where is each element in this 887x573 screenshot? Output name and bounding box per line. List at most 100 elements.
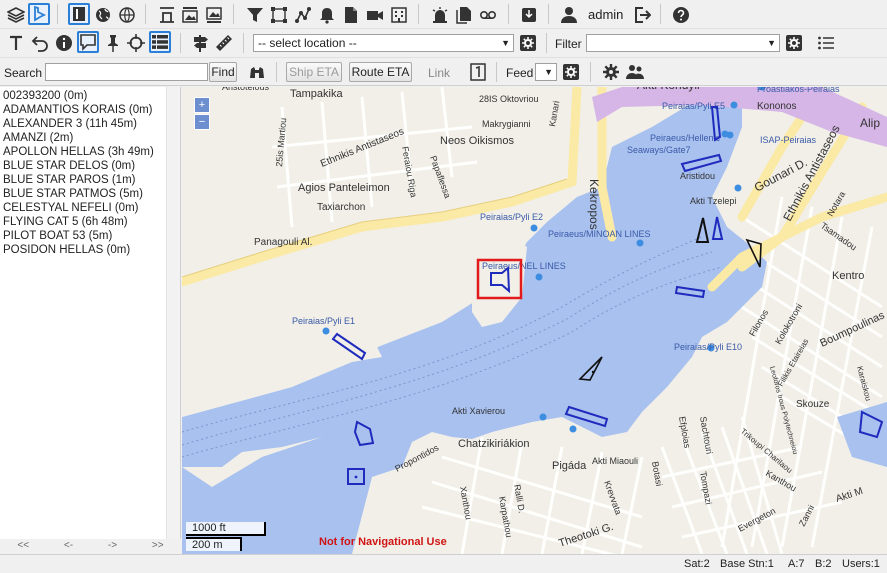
last-page-button[interactable]: >> xyxy=(152,540,164,554)
help-icon[interactable] xyxy=(670,4,692,26)
map-label-neos-oikismos: Neos Oikismos xyxy=(440,135,514,147)
globe-alt-icon[interactable] xyxy=(116,4,138,26)
document-icon[interactable] xyxy=(340,4,362,26)
zoom-in-button[interactable]: + xyxy=(194,97,210,113)
vessel-list-item[interactable]: BLUE STAR DELOS (0m) xyxy=(3,159,180,173)
alarm-light-icon[interactable] xyxy=(429,4,451,26)
chevron-down-icon: ▼ xyxy=(501,38,510,48)
link-label: Link xyxy=(428,66,451,80)
next-page-button[interactable]: -> xyxy=(108,540,117,554)
location-settings-icon[interactable] xyxy=(517,32,539,54)
vessel-list-item[interactable]: PILOT BOAT 53 (5m) xyxy=(3,229,180,243)
camera-icon[interactable] xyxy=(364,4,386,26)
vessel-list-item[interactable]: BLUE STAR PAROS (1m) xyxy=(3,173,180,187)
bing-icon[interactable] xyxy=(28,3,50,25)
vessel-list-item[interactable]: ALEXANDER 3 (11h 45m) xyxy=(3,117,180,131)
map-canvas[interactable]: Akti Kondyli Kekropos Tampakika Aristote… xyxy=(182,87,887,554)
location-select[interactable]: -- select location -- ▼ xyxy=(253,34,514,52)
vessel-list-item[interactable]: ADAMANTIOS KORAIS (0m) xyxy=(3,103,180,117)
bell-icon[interactable] xyxy=(316,4,338,26)
vessel-list-item[interactable]: FLYING CAT 5 (6h 48m) xyxy=(3,215,180,229)
list-icon[interactable] xyxy=(815,32,837,54)
status-base-station: Base Stn:1 xyxy=(720,558,774,570)
prev-page-button[interactable]: <- xyxy=(64,540,73,554)
toolbar-separator xyxy=(546,33,547,53)
map-label-karaiskou: Karaiskou xyxy=(855,365,873,402)
search-label: Search xyxy=(4,66,43,80)
route-eta-button[interactable]: Route ETA xyxy=(349,62,412,82)
zoom-out-button[interactable]: − xyxy=(194,114,210,130)
vessel-list: 002393200 (0m) ADAMANTIOS KORAIS (0m) AL… xyxy=(0,87,180,257)
voicemail-icon[interactable] xyxy=(477,4,499,26)
map-scale-bar: 1000 ft 200 m xyxy=(182,519,272,553)
vessel-list-item[interactable]: 002393200 (0m) xyxy=(3,89,180,103)
inbox-icon[interactable] xyxy=(518,4,540,26)
toolbar-separator xyxy=(660,4,661,24)
align-top-icon[interactable] xyxy=(156,4,178,26)
filter-label: Filter xyxy=(555,37,582,51)
map-label-makrygianni: Makrygianni xyxy=(482,119,531,129)
logout-icon[interactable] xyxy=(631,4,653,26)
toolbar-separator xyxy=(496,62,497,82)
crosshair-icon[interactable] xyxy=(125,32,147,54)
search-input[interactable] xyxy=(45,63,208,81)
filter-settings-icon[interactable] xyxy=(783,32,805,54)
map-label-akti-moutsopoulou: Akti M xyxy=(835,486,865,505)
map-label-pigada: Pigáda xyxy=(552,460,587,472)
gear-icon[interactable] xyxy=(600,61,622,83)
binoculars-icon[interactable] xyxy=(246,61,268,83)
ruler-icon[interactable] xyxy=(213,32,235,54)
undo-icon[interactable] xyxy=(29,32,51,54)
message-icon[interactable] xyxy=(77,31,99,53)
vessel-list-item[interactable]: BLUE STAR PATMOS (5m) xyxy=(3,187,180,201)
filter-icon[interactable] xyxy=(244,4,266,26)
map-label-akti-xavierou: Akti Xavierou xyxy=(452,406,505,416)
image-bottom-icon[interactable] xyxy=(203,4,225,26)
layers-icon[interactable] xyxy=(5,4,27,26)
map-label-botasi: Botasi xyxy=(650,461,664,487)
scale-imperial: 1000 ft xyxy=(186,522,266,536)
vessel-list-item[interactable]: POSIDON HELLAS (0m) xyxy=(3,243,180,257)
feed-select[interactable]: ▼ xyxy=(535,63,557,81)
users-group-icon[interactable] xyxy=(624,61,646,83)
first-page-button[interactable]: << xyxy=(17,540,29,554)
map-label-akti-tzelepi: Akti Tzelepi xyxy=(690,196,736,206)
signpost-icon[interactable] xyxy=(190,32,212,54)
text-tool-icon[interactable] xyxy=(5,32,27,54)
vessel-list-item[interactable]: AMANZI (2m) xyxy=(3,131,180,145)
user-icon xyxy=(558,4,580,26)
map-label-kekropos: Kekropos xyxy=(587,179,601,230)
current-user-label: admin xyxy=(588,7,624,22)
globe-icon[interactable] xyxy=(92,4,114,26)
map-label-isap: ISAP-Peiraias xyxy=(760,135,817,145)
search-toolbar: Search Find Ship ETA Route ETA Link Feed… xyxy=(0,58,887,86)
ship-eta-button[interactable]: Ship ETA xyxy=(286,62,342,82)
vessel-list-item[interactable]: APOLLON HELLAS (3h 49m) xyxy=(3,145,180,159)
list-view-icon[interactable] xyxy=(149,31,171,53)
image-top-icon[interactable] xyxy=(179,4,201,26)
polygon-icon[interactable] xyxy=(268,4,290,26)
pin-icon[interactable] xyxy=(102,32,124,54)
vessel-list-panel: 002393200 (0m) ADAMANTIOS KORAIS (0m) AL… xyxy=(0,87,181,539)
status-class-a: A:7 xyxy=(788,558,805,570)
map-label-hellenic1: Peiraeus/Hellenic xyxy=(650,133,721,143)
link-counter-icon[interactable] xyxy=(467,61,489,83)
building-icon[interactable] xyxy=(388,4,410,26)
vessel-list-scrollbar[interactable] xyxy=(166,87,180,539)
status-satellites: Sat:2 xyxy=(684,558,710,570)
map-label-tampakika: Tampakika xyxy=(290,88,343,100)
info-icon[interactable] xyxy=(53,32,75,54)
route-icon[interactable] xyxy=(292,4,314,26)
map-label-kentro: Kentro xyxy=(832,270,864,282)
find-button[interactable]: Find xyxy=(209,62,237,82)
map-label-nel: Peiraeus/NEL LINES xyxy=(482,261,566,271)
feed-settings-icon[interactable] xyxy=(560,61,582,83)
filter-select[interactable]: ▼ xyxy=(586,34,780,52)
map-label-kononos: Kononos xyxy=(757,101,796,112)
map-label-chatzikiriakion: Chatzikiriákion xyxy=(458,438,530,450)
documents-icon[interactable] xyxy=(453,4,475,26)
vessel-list-item[interactable]: CELESTYAL NEFELI (0m) xyxy=(3,201,180,215)
panel-toggle-icon[interactable] xyxy=(68,3,90,25)
toolbar-separator xyxy=(243,33,244,53)
map-label-sachtouri: Sachtouri xyxy=(698,416,714,455)
